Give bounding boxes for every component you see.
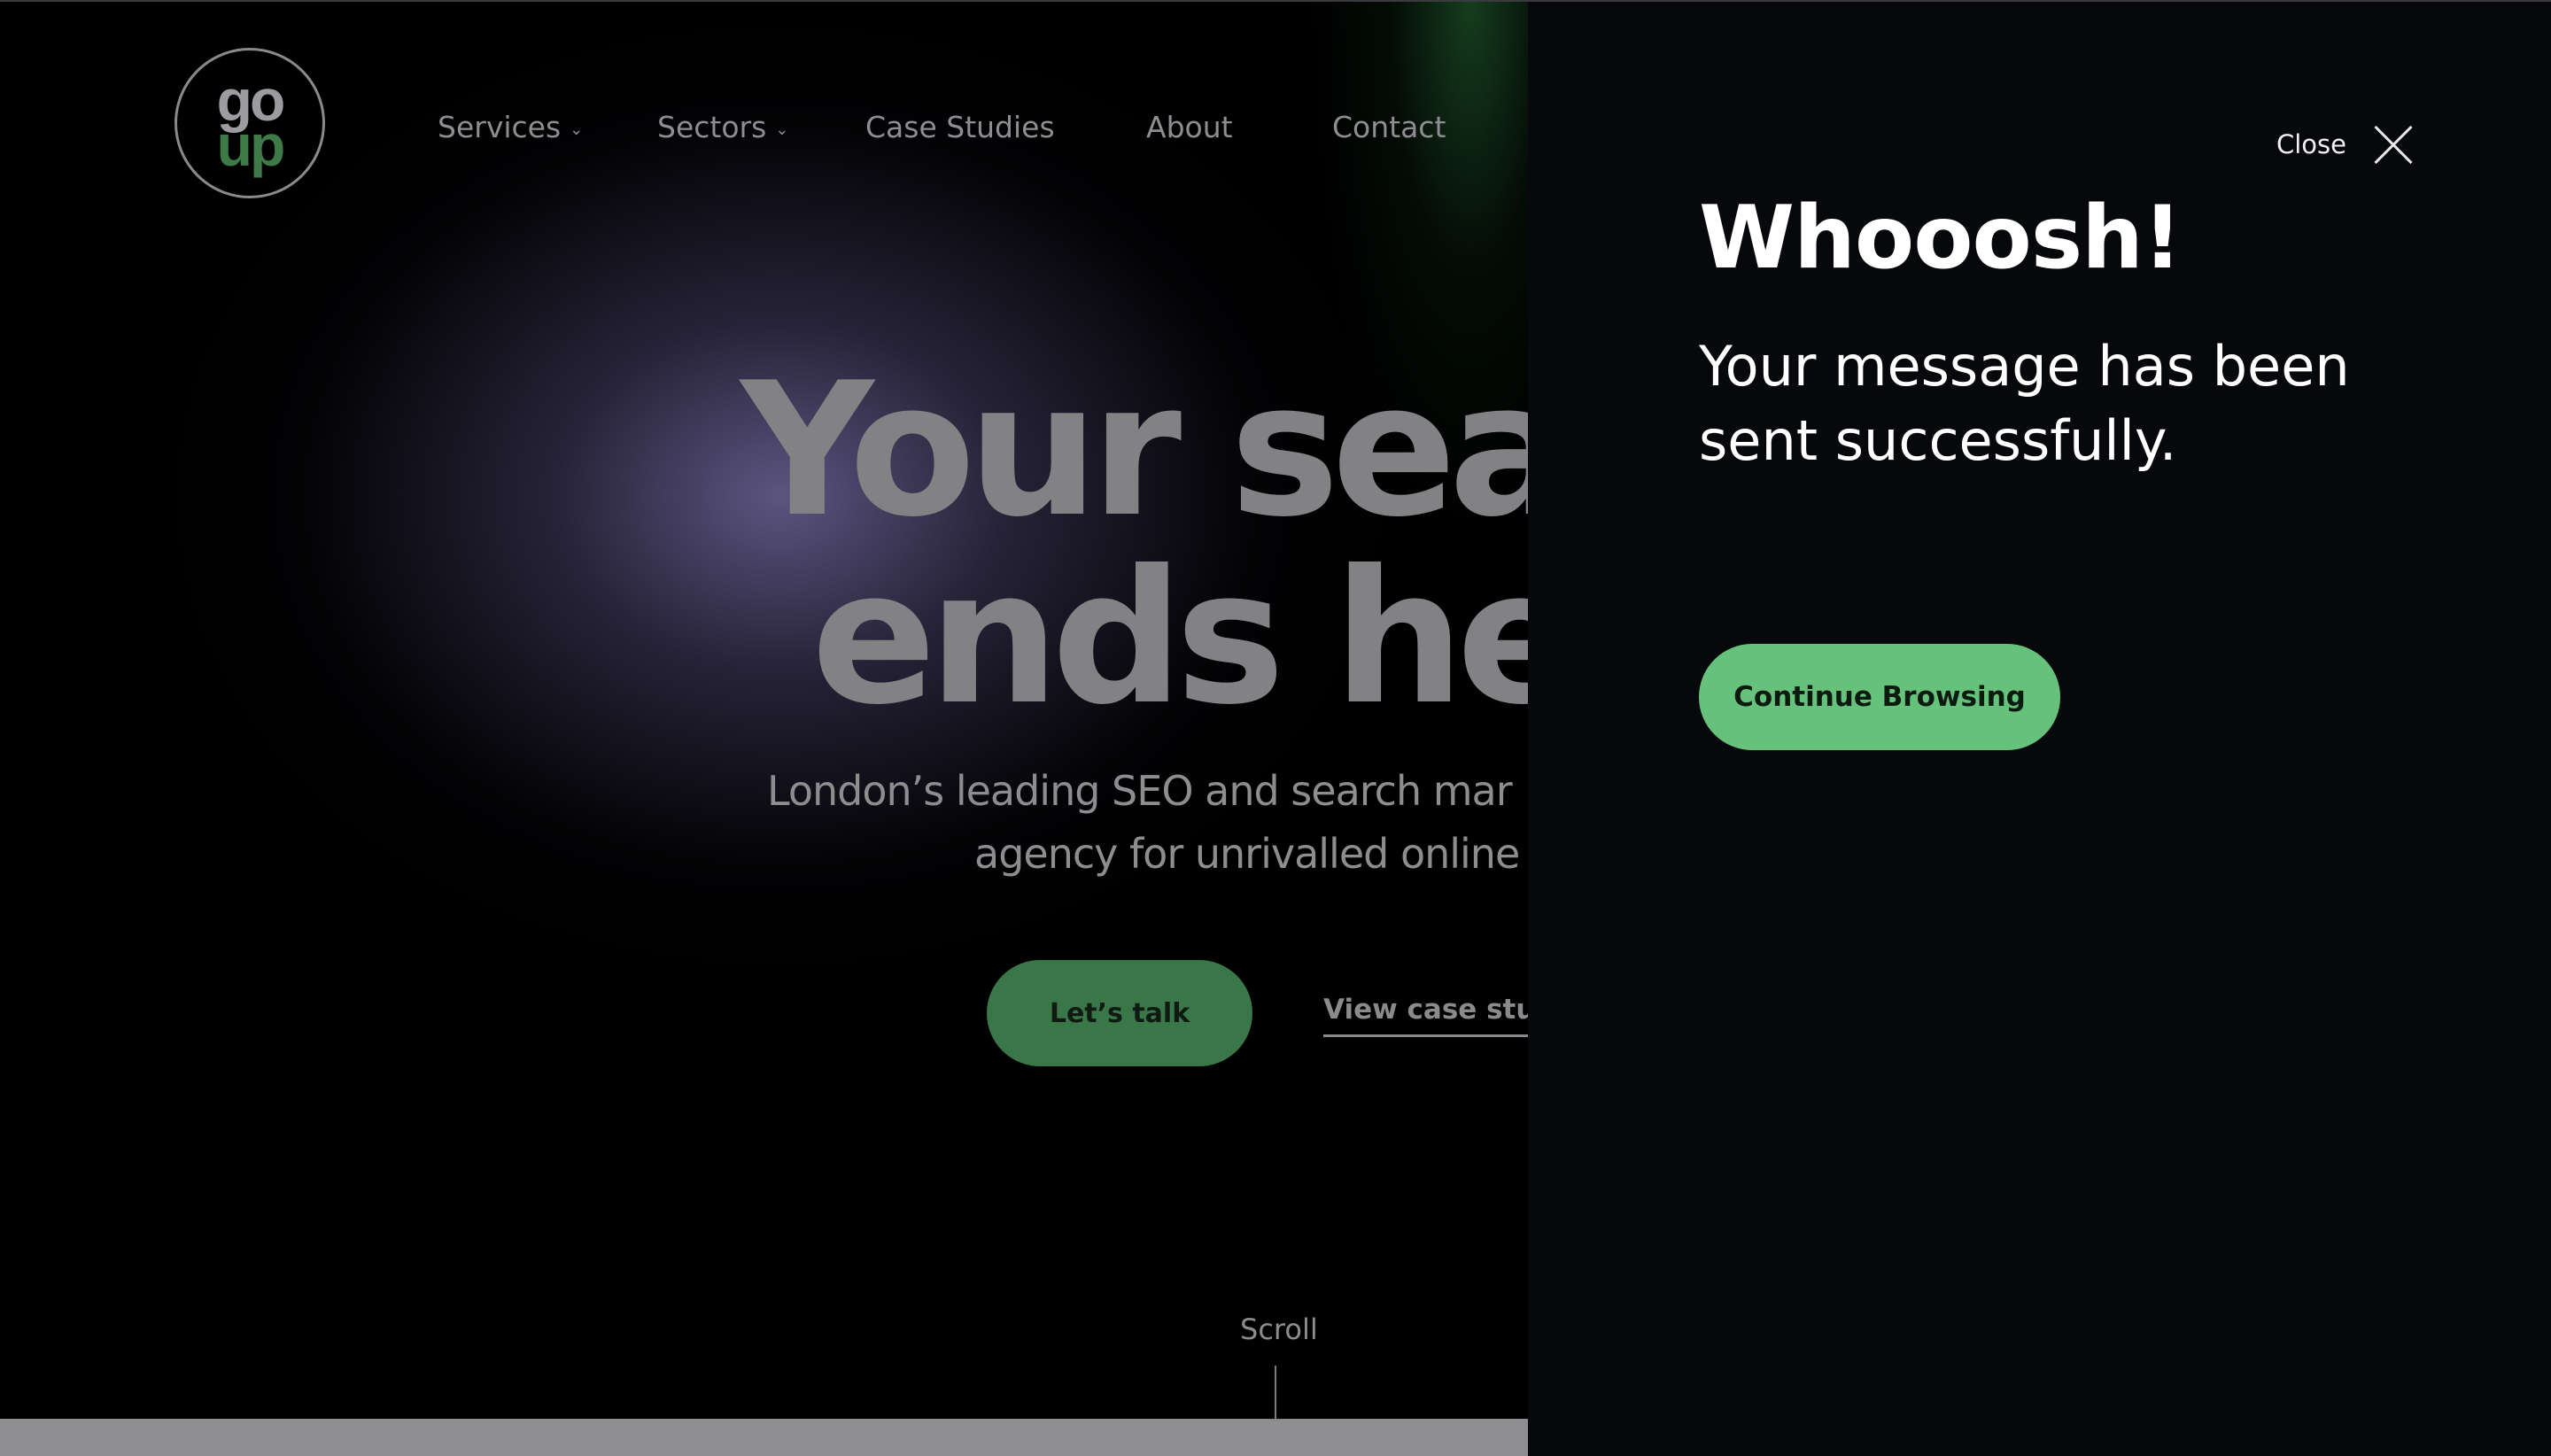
- background-page: go up Services ⌄ Sectors ⌄ Case Studies Ab…: [0, 0, 1528, 1456]
- nav-item-label: Services: [438, 110, 562, 144]
- modal-message: Your message has been sent successfully.: [1699, 334, 2350, 473]
- scroll-indicator-line: [1275, 1366, 1276, 1419]
- hero-subheading-line-1: London’s leading SEO and search mar: [767, 767, 1513, 815]
- window-top-border: [0, 0, 2551, 2]
- bottom-section-edge: [0, 1419, 1528, 1456]
- modal-title: Whooosh!: [1699, 188, 2183, 289]
- view-case-studies-link[interactable]: View case stud: [1323, 994, 1528, 1037]
- go-up-logo[interactable]: go up: [174, 48, 325, 198]
- hero-headline-line-2: ends he: [811, 531, 1528, 746]
- nav-item-services[interactable]: Services ⌄: [438, 110, 583, 144]
- nav-item-sectors[interactable]: Sectors ⌄: [657, 110, 788, 144]
- logo-text-up: up: [216, 112, 286, 178]
- chevron-down-icon: ⌄: [775, 120, 789, 139]
- close-icon: [2373, 124, 2414, 165]
- nav-item-label: About: [1146, 110, 1233, 144]
- nav-item-label: Contact: [1332, 110, 1446, 144]
- nav-item-label: Case Studies: [865, 110, 1055, 144]
- close-label: Close: [2276, 129, 2346, 159]
- close-button[interactable]: Close: [2276, 124, 2414, 165]
- continue-browsing-button[interactable]: Continue Browsing: [1699, 644, 2060, 750]
- lets-talk-button[interactable]: Let’s talk: [987, 960, 1252, 1066]
- nav-item-label: Sectors: [657, 110, 767, 144]
- nav-item-case-studies[interactable]: Case Studies: [865, 110, 1055, 144]
- scroll-indicator-label: Scroll: [1240, 1313, 1318, 1346]
- nav-item-about[interactable]: About: [1146, 110, 1233, 144]
- hero-headline-line-1: Your sea: [740, 344, 1528, 558]
- nav-item-contact[interactable]: Contact: [1332, 110, 1446, 144]
- hero-subheading-line-2: agency for unrivalled online: [974, 830, 1520, 878]
- chevron-down-icon: ⌄: [570, 120, 584, 139]
